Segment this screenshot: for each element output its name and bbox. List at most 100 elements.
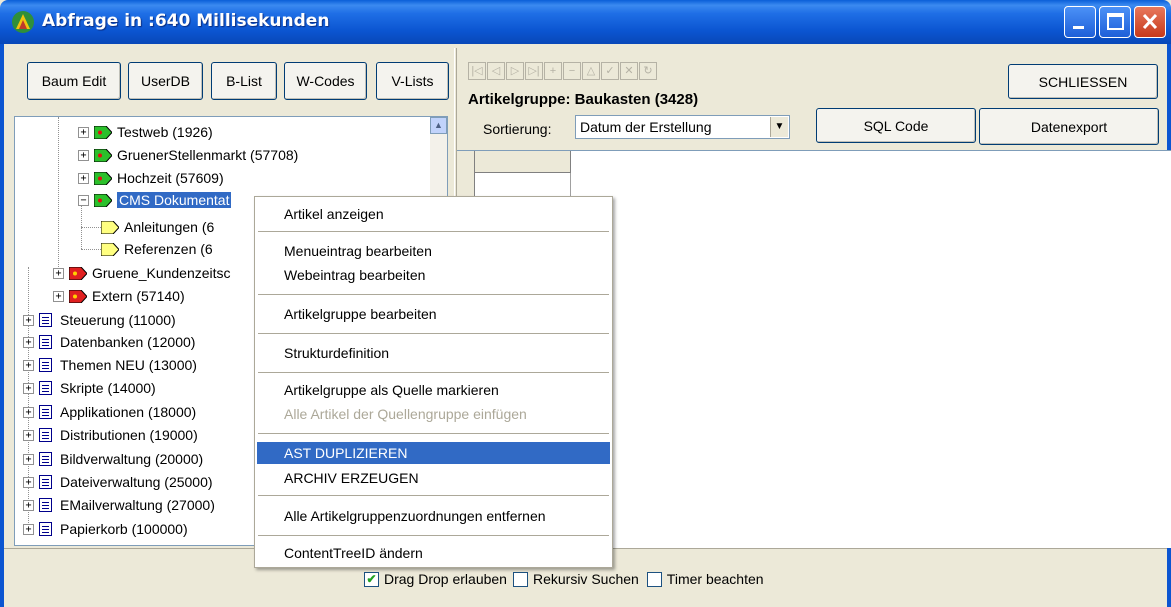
b-list-button[interactable]: B-List [211,62,277,100]
tree-item[interactable]: + Datenbanken (12000) [23,331,195,353]
timer-label: Timer beachten [666,571,764,587]
tree-item[interactable]: + Gruene_Kundenzeitsc [53,262,231,284]
list-icon [39,405,52,419]
refresh-record-icon[interactable]: ↻ [639,62,657,80]
expand-icon[interactable]: + [23,453,34,465]
menu-item-webeintrag[interactable]: Webeintrag bearbeiten [257,264,610,286]
tree-item[interactable]: + Extern (57140) [53,285,185,307]
last-record-icon[interactable]: ▷| [525,62,543,80]
prior-record-icon[interactable]: ◁ [487,62,505,80]
list-icon [39,475,52,489]
menu-item-archiv-erzeugen[interactable]: ARCHIV ERZEUGEN [257,467,610,489]
tree-item[interactable]: + Distributionen (19000) [23,424,198,446]
tree-item[interactable]: + Skripte (14000) [23,377,156,399]
expand-icon[interactable]: + [23,429,34,441]
tree-item-label: GruenerStellenmarkt (57708) [117,147,299,163]
options-row: ✔ Drag Drop erlauben Rekursiv Suchen Tim… [364,571,764,587]
minimize-button[interactable] [1064,6,1096,38]
tree-item[interactable]: + Themen NEU (13000) [23,354,197,376]
red-tag-icon [69,289,87,303]
cancel-record-icon[interactable]: ✕ [620,62,638,80]
expand-icon[interactable]: + [23,336,34,348]
menu-item-artikel-anzeigen[interactable]: Artikel anzeigen [257,203,610,225]
menu-separator [258,294,609,295]
w-codes-button[interactable]: W-Codes [284,62,367,100]
drag-drop-checkbox[interactable]: ✔ [364,571,379,587]
delete-record-icon[interactable]: − [563,62,581,80]
tree-item[interactable]: + EMailverwaltung (27000) [23,494,215,516]
expand-icon[interactable]: + [23,499,34,511]
window-title: Abfrage in :640 Millisekunden [42,11,330,31]
tree-item-label: Steuerung (11000) [60,312,176,328]
green-tag-icon [94,125,112,139]
tree-item[interactable]: Anleitungen (6 [101,216,214,238]
expand-icon[interactable]: + [53,290,64,302]
schliessen-button[interactable]: SCHLIESSEN [1008,64,1158,99]
tree-item[interactable]: + Hochzeit (57609) [78,167,224,189]
userdb-button[interactable]: UserDB [128,62,203,100]
tree-item-label: Distributionen (19000) [60,427,198,443]
expand-icon[interactable]: + [23,359,34,371]
menu-item-zuordnungen-entfernen[interactable]: Alle Artikelgruppenzuordnungen entfernen [257,505,610,527]
menu-item-strukturdefinition[interactable]: Strukturdefinition [257,342,610,364]
tree-item[interactable]: Referenzen (6 [101,238,213,260]
article-group-label: Artikelgruppe: Baukasten (3428) [468,91,699,108]
tree-item-label: Datenbanken (12000) [60,334,196,350]
expand-icon[interactable]: + [78,172,89,184]
v-lists-button[interactable]: V-Lists [376,62,449,100]
expand-icon[interactable]: + [23,523,34,535]
menu-item-ast-duplizieren[interactable]: AST DUPLIZIEREN [257,442,610,464]
tree-item-label: Gruene_Kundenzeitsc [92,265,231,281]
list-icon [39,358,52,372]
tree-item[interactable]: + Bildverwaltung (20000) [23,448,203,470]
next-record-icon[interactable]: ▷ [506,62,524,80]
tree-item[interactable]: + GruenerStellenmarkt (57708) [78,144,298,166]
maximize-button[interactable] [1099,6,1131,38]
menu-item-artikelgruppe-bearbeiten[interactable]: Artikelgruppe bearbeiten [257,303,610,325]
tree-item-label: Hochzeit (57609) [117,170,224,186]
scroll-up-arrow-icon[interactable]: ▲ [430,117,447,134]
tree-item[interactable]: + Papierkorb (100000) [23,518,188,540]
first-record-icon[interactable]: |◁ [468,62,486,80]
tree-item-label: Papierkorb (100000) [60,521,188,537]
app-icon [12,11,34,33]
expand-icon[interactable]: + [78,126,89,138]
menu-separator [258,333,609,334]
menu-separator [258,535,609,536]
sql-code-button[interactable]: SQL Code [816,108,976,143]
list-icon [39,452,52,466]
baum-edit-button[interactable]: Baum Edit [27,62,121,100]
tree-item-label: Applikationen (18000) [60,404,197,420]
expand-icon[interactable]: + [23,476,34,488]
sort-dropdown[interactable]: Datum der Erstellung ▼ [575,115,790,139]
tree-item-label: Dateiverwaltung (25000) [60,474,213,490]
tree-item-label: Anleitungen (6 [124,219,215,235]
tree-item[interactable]: + Testweb (1926) [78,121,213,143]
menu-item-als-quelle-markieren[interactable]: Artikelgruppe als Quelle markieren [257,379,610,401]
sort-label: Sortierung: [483,121,552,137]
list-icon [39,498,52,512]
expand-icon[interactable]: + [23,382,34,394]
expand-icon[interactable]: + [78,149,89,161]
rekursiv-checkbox[interactable] [512,571,528,587]
close-window-button[interactable] [1134,6,1166,38]
collapse-icon[interactable]: − [78,194,89,206]
menu-separator [258,231,609,232]
tree-item[interactable]: + Dateiverwaltung (25000) [23,471,213,493]
expand-icon[interactable]: + [23,314,34,326]
expand-icon[interactable]: + [23,406,34,418]
tree-item[interactable]: + Applikationen (18000) [23,401,196,423]
insert-record-icon[interactable]: + [544,62,562,80]
datenexport-button[interactable]: Datenexport [979,108,1159,145]
timer-checkbox[interactable] [646,571,662,587]
expand-icon[interactable]: + [53,267,64,279]
title-bar[interactable]: Abfrage in :640 Millisekunden [0,0,1171,44]
menu-item-contenttreeid-aendern[interactable]: ContentTreeID ändern [257,542,610,564]
context-menu: Artikel anzeigen Menueintrag bearbeiten … [254,196,613,568]
menu-item-menueintrag[interactable]: Menueintrag bearbeiten [257,240,610,262]
tree-item-selected[interactable]: − CMS Dokumentat [78,189,232,211]
tree-item[interactable]: + Steuerung (11000) [23,309,176,331]
edit-record-icon[interactable]: △ [582,62,600,80]
post-record-icon[interactable]: ✓ [601,62,619,80]
chevron-down-icon[interactable]: ▼ [770,117,788,137]
